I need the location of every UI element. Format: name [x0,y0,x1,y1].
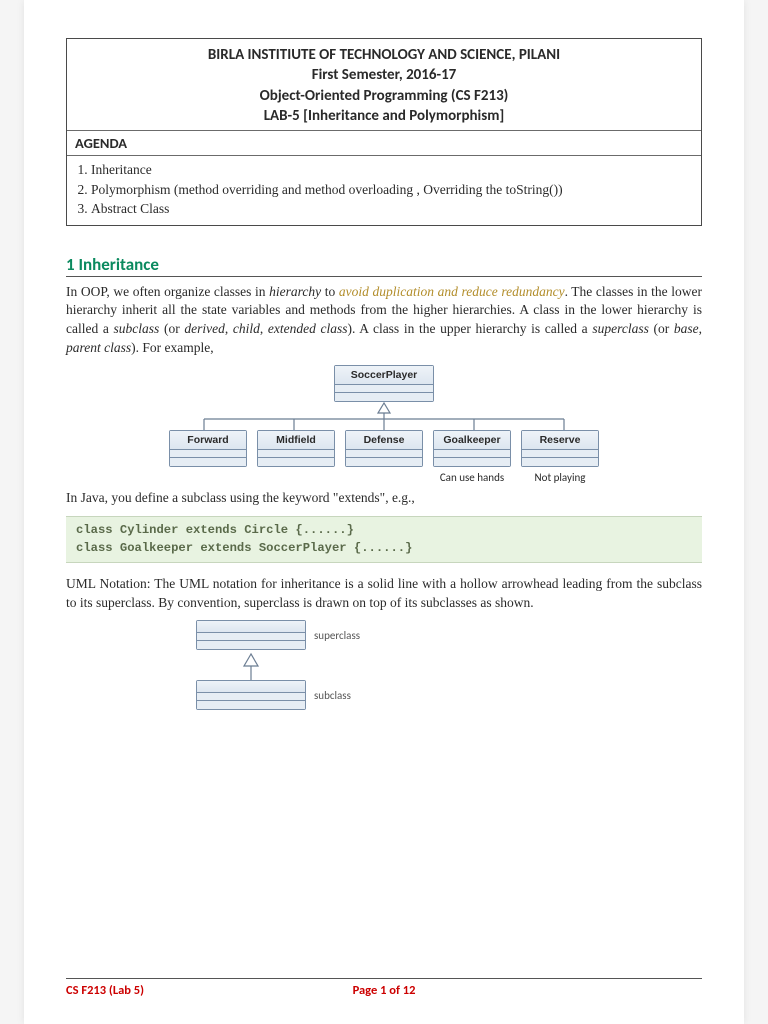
uml-caption-reserve: Not playing [521,471,599,484]
uml-connector-lines [154,402,614,430]
lab-line: LAB-5 [Inheritance and Polymorphism] [77,106,691,126]
text-italic: subclass [114,321,160,336]
agenda-heading: AGENDA [67,131,701,156]
uml-box-superclass [196,620,306,650]
text-run: , [260,321,268,336]
uml-class-name: Defense [346,431,422,450]
text-run: In OOP, we often organize classes in [66,284,269,299]
header-title-block: BIRLA INSTITIUTE OF TECHNOLOGY AND SCIEN… [67,39,701,131]
uml-diagram-soccer: SoccerPlayer Forward Midfield [66,365,702,484]
text-run: (or [649,321,674,336]
agenda-item: Inheritance [91,160,693,180]
extends-paragraph: In Java, you define a subclass using the… [66,489,702,508]
text-emphasis: avoid duplication and reduce redundancy [339,284,565,299]
uml-class-name: Reserve [522,431,598,450]
text-run: , [699,321,702,336]
text-italic: child [233,321,260,336]
page-footer: CS F213 (Lab 5) Page 1 of 12 [66,978,702,998]
text-run: ). For example, [131,340,213,355]
uml-class-defense: Defense [345,430,423,467]
uml-notation-paragraph: UML Notation: The UML notation for inher… [66,575,702,612]
uml-caption-goalkeeper: Can use hands [433,471,511,484]
agenda-list: Inheritance Polymorphism (method overrid… [67,156,701,225]
uml-label-superclass: superclass [314,629,360,642]
uml-class-name: SoccerPlayer [335,366,433,385]
text-italic: superclass [592,321,649,336]
institute-name: BIRLA INSTITIUTE OF TECHNOLOGY AND SCIEN… [77,45,691,65]
uml-diagram-generic: superclass subclass [196,620,702,710]
document-page: BIRLA INSTITIUTE OF TECHNOLOGY AND SCIEN… [24,0,744,1024]
code-line: class Cylinder extends Circle {......} [76,522,692,540]
header-box: BIRLA INSTITIUTE OF TECHNOLOGY AND SCIEN… [66,38,702,226]
text-italic: hierarchy [269,284,321,299]
uml-class-name: Goalkeeper [434,431,510,450]
uml-class-midfield: Midfield [257,430,335,467]
semester-line: First Semester, 2016-17 [77,65,691,85]
uml-box-subclass [196,680,306,710]
uml-label-subclass: subclass [314,689,351,702]
uml-class-name: Forward [170,431,246,450]
text-italic: derived [184,321,224,336]
uml-class-name: Midfield [258,431,334,450]
intro-paragraph: In OOP, we often organize classes in hie… [66,283,702,358]
footer-page-number: Page 1 of 12 [353,983,416,998]
text-italic: base [674,321,699,336]
uml-class-reserve: Reserve [521,430,599,467]
text-italic: parent class [66,340,131,355]
uml-class-forward: Forward [169,430,247,467]
text-run: to [321,284,339,299]
uml-class-goalkeeper: Goalkeeper [433,430,511,467]
text-run: , [225,321,233,336]
code-line: class Goalkeeper extends SoccerPlayer {.… [76,540,692,558]
agenda-item: Abstract Class [91,199,693,219]
text-italic: extended class [268,321,348,336]
text-run: (or [159,321,184,336]
text-run: ). A class in the upper hierarchy is cal… [348,321,593,336]
footer-course: CS F213 (Lab 5) [66,983,144,998]
section-heading-inheritance: 1 Inheritance [66,254,702,277]
agenda-item: Polymorphism (method overriding and meth… [91,180,693,200]
uml-class-soccerplayer: SoccerPlayer [334,365,434,402]
uml-arrow-icon [196,650,336,680]
course-line: Object-Oriented Programming (CS F213) [77,86,691,106]
code-block-extends: class Cylinder extends Circle {......} c… [66,516,702,563]
